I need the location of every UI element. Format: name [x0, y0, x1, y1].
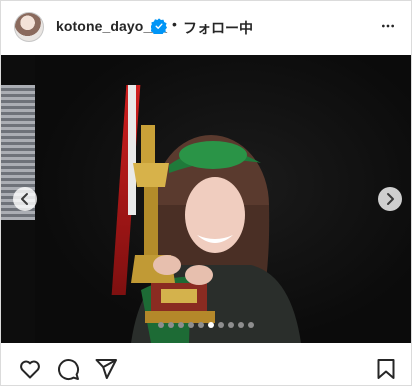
carousel-dot [208, 322, 214, 328]
carousel-dot [238, 322, 244, 328]
comment-icon[interactable] [56, 357, 80, 381]
carousel-dot [228, 322, 234, 328]
bookmark-icon[interactable] [374, 357, 398, 381]
send-icon[interactable] [94, 357, 118, 381]
carousel-dot [168, 322, 174, 328]
carousel-dot [248, 322, 254, 328]
more-options-icon[interactable] [378, 18, 398, 34]
carousel-dot [178, 322, 184, 328]
next-slide-button[interactable] [378, 187, 402, 211]
action-bar [1, 344, 411, 385]
carousel-dot [188, 322, 194, 328]
carousel-dot [198, 322, 204, 328]
post-header: kotone_dayo___ • フォロー中 [1, 1, 411, 54]
carousel-indicator [1, 322, 411, 330]
avatar[interactable] [14, 12, 44, 42]
following-button[interactable]: フォロー中 [183, 18, 253, 38]
separator-dot: • [172, 16, 177, 32]
chevron-right-icon [387, 193, 394, 205]
previous-slide-button[interactable] [13, 187, 37, 211]
carousel-dot [218, 322, 224, 328]
avatar-image [15, 13, 43, 41]
person-holding-trophy [131, 125, 301, 343]
carousel-dot [158, 322, 164, 328]
post-image[interactable] [1, 55, 411, 343]
chevron-left-icon [21, 193, 28, 205]
post-card: kotone_dayo___ • フォロー中 [0, 0, 412, 386]
heart-icon[interactable] [18, 357, 42, 381]
verified-badge-icon [151, 18, 167, 34]
